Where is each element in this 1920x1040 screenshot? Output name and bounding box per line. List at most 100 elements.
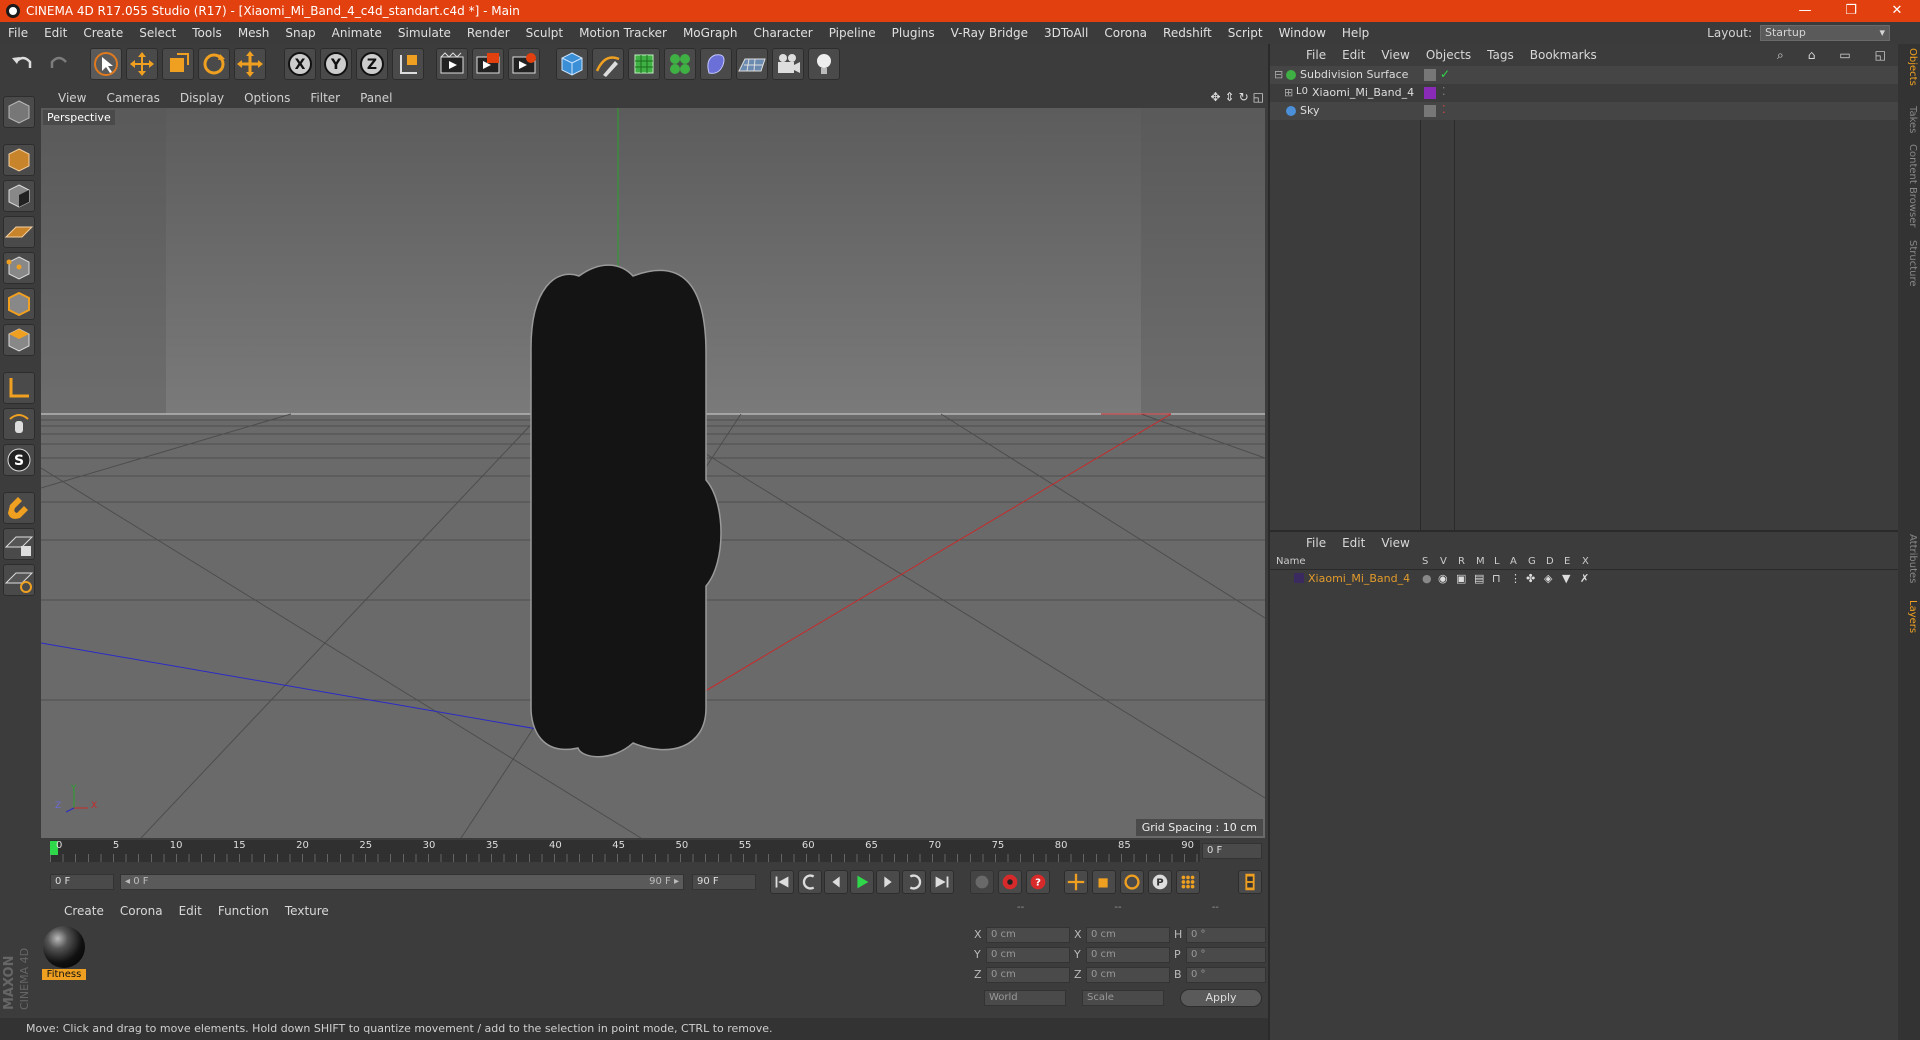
viewport-menu-filter[interactable]: Filter [300,91,350,105]
close-button[interactable]: ✕ [1874,0,1920,22]
size-y-field[interactable]: 0 cm [1086,947,1170,963]
subdivision-surface-button[interactable] [628,48,660,80]
edit-render-settings-button[interactable] [508,48,540,80]
material-swatch[interactable]: Fitness [42,926,86,984]
viewport-menu-panel[interactable]: Panel [350,91,402,105]
size-mode-select[interactable]: Scale [1082,990,1164,1006]
record-keys-button[interactable] [970,870,994,894]
col-generators[interactable]: G [1528,556,1536,567]
col-name[interactable]: Name [1276,556,1306,567]
menu-render[interactable]: Render [459,26,518,40]
viewport-maximize-icon[interactable]: ◱ [1253,90,1264,104]
previous-key-button[interactable] [798,870,822,894]
object-name[interactable]: Subdivision Surface [1300,68,1408,81]
lm-menu-file[interactable]: File [1298,536,1334,550]
key-pla-button[interactable] [1176,870,1200,894]
pen-spline-button[interactable] [592,48,624,80]
rot-p-field[interactable]: 0 ° [1186,947,1266,963]
edges-mode-button[interactable] [3,288,35,320]
material-menu-corona[interactable]: Corona [112,904,171,918]
tab-attributes[interactable]: Attributes [1900,534,1918,583]
layer-tag-icon[interactable] [1424,69,1436,81]
search-icon[interactable]: ⌕ [1769,48,1792,63]
home-icon[interactable]: ⌂ [1800,48,1824,63]
object-row[interactable]: Sky ⁚ [1270,102,1900,120]
col-deformers[interactable]: D [1546,556,1554,567]
next-frame-button[interactable] [876,870,900,894]
menu-help[interactable]: Help [1334,26,1377,40]
redo-button[interactable] [44,48,76,80]
size-z-field[interactable]: 0 cm [1086,967,1170,983]
menu-window[interactable]: Window [1271,26,1334,40]
menu-file[interactable]: File [0,26,36,40]
viewport-menu-options[interactable]: Options [234,91,300,105]
col-view[interactable]: V [1440,556,1447,567]
object-name[interactable]: Xiaomi_Mi_Band_4 [1312,86,1414,99]
move-tool-button[interactable] [126,48,158,80]
menu-create[interactable]: Create [75,26,131,40]
y-axis-button[interactable]: Y [320,48,352,80]
viewport-menu-cameras[interactable]: Cameras [96,91,169,105]
menu-simulate[interactable]: Simulate [390,26,459,40]
material-menu-edit[interactable]: Edit [171,904,210,918]
viewport-move-icon[interactable]: ✥ [1210,90,1220,104]
expand-icon[interactable]: ⊞ [1284,86,1293,99]
render-view-button[interactable] [436,48,468,80]
layer-manager-icon[interactable]: ▤ [1474,572,1484,585]
z-axis-button[interactable]: Z [356,48,388,80]
collapse-icon[interactable]: ⊟ [1274,68,1283,81]
rotate-tool-button[interactable] [198,48,230,80]
lm-menu-view[interactable]: View [1373,536,1417,550]
coordinate-system-button[interactable] [392,48,424,80]
layer-color-swatch[interactable] [1294,573,1304,583]
col-locked[interactable]: L [1494,556,1500,567]
minimize-button[interactable]: — [1782,0,1828,22]
pos-y-field[interactable]: 0 cm [986,947,1070,963]
layer-color-icon[interactable] [1424,87,1436,99]
polygons-mode-button[interactable] [3,324,35,356]
viewport-menu-view[interactable]: View [48,91,96,105]
floor-button[interactable] [736,48,768,80]
col-expressions[interactable]: E [1564,556,1570,567]
object-row[interactable]: ⊟ Subdivision Surface ✓ [1270,66,1900,84]
viewport-menu-display[interactable]: Display [170,91,234,105]
end-frame-field[interactable]: 90 F [692,874,756,890]
axis-mode-button[interactable] [3,372,35,404]
menu-motion-tracker[interactable]: Motion Tracker [571,26,675,40]
menu-corona[interactable]: Corona [1096,26,1155,40]
om-menu-bookmarks[interactable]: Bookmarks [1522,48,1605,62]
viewport-zoom-icon[interactable]: ⇕ [1225,90,1235,104]
material-menu-texture[interactable]: Texture [277,904,337,918]
om-menu-objects[interactable]: Objects [1418,48,1479,62]
pos-x-field[interactable]: 0 cm [986,927,1070,943]
current-frame-field[interactable]: 0 F [1202,843,1262,859]
light-button[interactable] [808,48,840,80]
select-tool-button[interactable] [90,48,122,80]
workplane-rotate-button[interactable] [3,564,35,596]
maximize-button[interactable]: ❐ [1828,0,1874,22]
material-name[interactable]: Fitness [42,969,86,980]
tab-takes[interactable]: Takes [1900,106,1918,133]
tab-objects[interactable]: Objects [1900,48,1918,86]
menu-script[interactable]: Script [1220,26,1271,40]
solo-mode-button[interactable]: S [3,444,35,476]
enabled-check-icon[interactable]: ✓ [1440,67,1450,81]
menu-redshift[interactable]: Redshift [1155,26,1220,40]
layer-expression-icon[interactable]: ▼ [1562,572,1570,585]
menu-mograph[interactable]: MoGraph [675,26,746,40]
cube-button[interactable] [556,48,588,80]
workplane-lock-button[interactable] [3,528,35,560]
maximize-panel-icon[interactable]: ◱ [1867,48,1894,63]
deformer-button[interactable] [700,48,732,80]
layer-animation-icon[interactable]: ⋮ [1510,572,1521,585]
perspective-viewport[interactable]: Perspective Y X Z Grid Spacing : 10 cm [41,108,1265,838]
go-to-end-button[interactable] [930,870,954,894]
menu-snap[interactable]: Snap [277,26,323,40]
menu-sculpt[interactable]: Sculpt [518,26,571,40]
texture-mode-button[interactable] [3,180,35,212]
menu-animate[interactable]: Animate [324,26,390,40]
menu-plugins[interactable]: Plugins [884,26,943,40]
tab-content-browser[interactable]: Content Browser [1900,144,1918,227]
points-mode-button[interactable] [3,252,35,284]
size-x-field[interactable]: 0 cm [1086,927,1170,943]
